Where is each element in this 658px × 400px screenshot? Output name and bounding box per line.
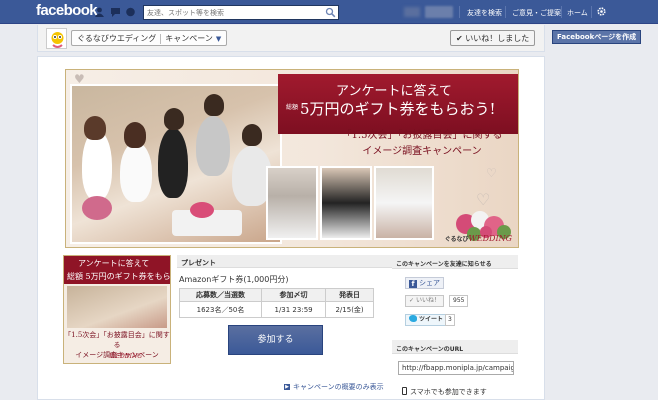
thumbnail-logo: WEDDING <box>109 353 142 360</box>
find-friends-link[interactable]: 友達を検索 <box>467 8 502 18</box>
join-campaign-button[interactable]: 参加する <box>228 325 323 355</box>
campaign-dropdown-label: キャンペーン <box>165 34 213 43</box>
facebook-top-bar: facebook 友達を検索 ご意見・ご提案 ホーム <box>0 0 658 24</box>
heart-decoration-icon: ♡ <box>486 166 497 180</box>
table-header: 応募数／当選数 <box>179 288 262 302</box>
gurunavi-wedding-logo: ぐるなびWEDDING <box>444 234 512 243</box>
smartphone-icon <box>402 387 407 395</box>
create-page-button[interactable]: Facebookページを作成 <box>552 30 642 44</box>
present-section-title: プレゼント <box>177 255 392 268</box>
campaign-url-field[interactable]: http://fbapp.monipla.jp/campaign/c <box>398 361 514 375</box>
facebook-share-button[interactable]: f シェア <box>405 277 444 289</box>
user-name-link[interactable] <box>425 6 453 18</box>
page-name: ぐるなびウエディング <box>77 34 157 43</box>
table-header: 発表日 <box>325 288 374 302</box>
present-gift-text: Amazonギフト券(1,000円分) <box>179 275 289 284</box>
campaign-stats-table: 応募数／当選数 参加〆切 発表日 1623名／50名 1/31 23:59 2/… <box>179 288 374 318</box>
url-section-title: このキャンペーンのURL <box>392 340 518 354</box>
friend-requests-icon[interactable] <box>94 7 105 17</box>
facebook-f-icon: f <box>409 280 417 288</box>
couple-photo <box>266 166 318 240</box>
banner-total-label: 総額 <box>286 104 299 111</box>
facebook-logo[interactable]: facebook <box>36 2 98 19</box>
settings-gear-icon[interactable] <box>597 7 606 16</box>
messages-icon[interactable] <box>110 7 121 17</box>
tweet-count: 3 <box>445 314 455 326</box>
tweet-button[interactable]: ツイート <box>405 314 448 326</box>
search-input[interactable] <box>144 6 320 19</box>
couple-photo <box>320 166 372 240</box>
table-row: 1623名／50名 1/31 23:59 2/15(金) <box>179 301 374 318</box>
page-campaign-selector[interactable]: ぐるなびウエディング キャンペーン ▼ <box>71 30 228 46</box>
table-header: 参加〆切 <box>260 288 327 302</box>
banner-headline: アンケートに答えて <box>336 84 452 99</box>
like-count: 955 <box>449 295 469 307</box>
announcement-date-value: 2/15(金) <box>325 301 374 318</box>
nav-divider <box>505 6 506 18</box>
thumbnail-photo <box>67 286 167 328</box>
nav-divider <box>561 6 562 18</box>
liked-button[interactable]: ✔ いいね！しました <box>450 30 536 46</box>
thumbs-up-icon: ✓ <box>409 297 415 304</box>
share-section-title: このキャンペーンを友達に知らせる <box>392 255 518 269</box>
wedding-party-photo <box>70 84 282 244</box>
page-avatar[interactable] <box>46 28 67 49</box>
nav-divider <box>459 6 460 18</box>
campaign-summary-link[interactable]: ▶ キャンペーンの概要のみ表示 <box>284 382 384 392</box>
chevron-down-icon: ▼ <box>215 35 222 43</box>
page-header-bar: ぐるなびウエディング キャンペーン ▼ ✔ いいね！しました <box>37 25 545 52</box>
notifications-icon[interactable] <box>125 7 136 17</box>
entries-winners-value: 1623名／50名 <box>179 301 262 318</box>
banner-title-box: アンケートに答えて 総額 5万円のギフト券をもらおう! <box>278 74 518 134</box>
arrow-right-icon: ▶ <box>284 384 290 390</box>
user-avatar[interactable] <box>404 7 420 17</box>
nav-divider <box>591 6 592 18</box>
campaign-banner: ♥ ♡ ♡ アンケートに答えて 総額 5万円のギフト券をもらおう! 「1.5次会… <box>65 69 519 248</box>
deadline-value: 1/31 23:59 <box>260 301 327 318</box>
search-box[interactable] <box>143 5 339 20</box>
feedback-link[interactable]: ご意見・ご提案 <box>512 8 561 18</box>
campaign-panel: ♥ ♡ ♡ アンケートに答えて 総額 5万円のギフト券をもらおう! 「1.5次会… <box>37 56 545 400</box>
like-button[interactable]: ✓ いいね！ <box>405 295 444 307</box>
campaign-thumbnail: アンケートに答えて 総額 5万円のギフト券をもらおう! 「1.5次会」「お披露目… <box>63 255 171 364</box>
mobile-participation-link[interactable]: スマホでも参加できます <box>402 387 487 397</box>
home-link[interactable]: ホーム <box>567 8 588 18</box>
search-icon[interactable] <box>325 7 336 18</box>
banner-subtitle: 「1.5次会」「お披露目会」に関する イメージ調査キャンペーン <box>341 130 503 157</box>
twitter-bird-icon <box>409 315 417 322</box>
banner-gift-headline: 5万円のギフト券をもらおう! <box>300 100 496 118</box>
couple-photo <box>374 166 434 240</box>
